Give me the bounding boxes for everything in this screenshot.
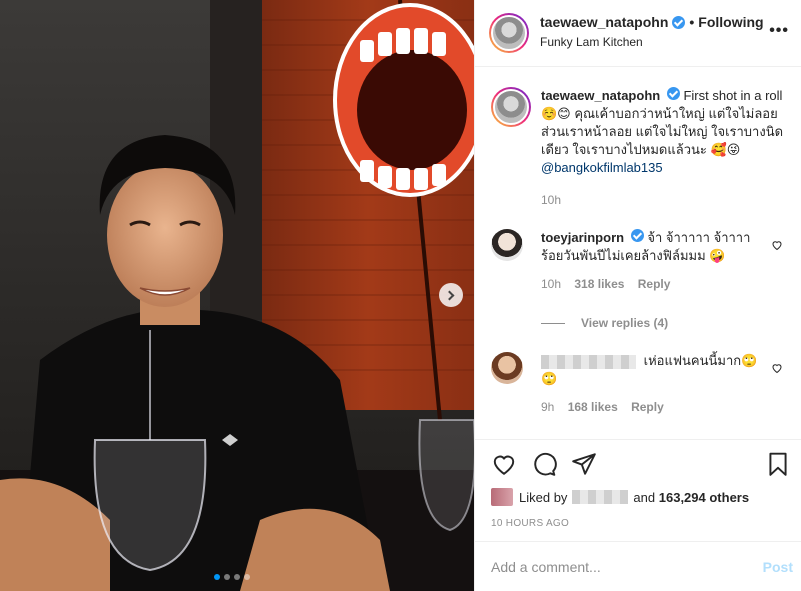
others-count-link[interactable]: 163,294 others xyxy=(659,490,749,505)
following-button[interactable]: Following xyxy=(698,14,763,30)
next-slide-button[interactable] xyxy=(439,283,463,307)
post-comment-button[interactable]: Post xyxy=(763,559,793,575)
comment-username[interactable]: toeyjarinporn xyxy=(541,230,624,245)
comment-time: 10h xyxy=(541,277,562,291)
verified-badge-icon xyxy=(666,87,680,100)
comment-item: เห่อแฟนคนนี้มาก🙄🙄 9h 168 likes Reply xyxy=(491,352,791,414)
liked-by-and: and xyxy=(633,489,656,505)
like-comment-heart-icon[interactable] xyxy=(771,239,783,251)
comment-icon[interactable] xyxy=(531,451,557,477)
liked-by-prefix: Liked by xyxy=(519,489,568,505)
likes-summary: Liked by and 163,294 others xyxy=(491,488,749,506)
post-header: taewaew_natapohn • Following Funky Lam K… xyxy=(475,0,801,67)
caption-username[interactable]: taewaew_natapohn xyxy=(541,88,660,103)
verified-badge-icon xyxy=(630,229,644,242)
comment-item: toeyjarinporn จ้า จ้าาาาา จ้าาาา ร้อยวัน… xyxy=(491,229,791,291)
comment-input[interactable]: Add a comment... xyxy=(491,559,601,575)
heart-icon[interactable] xyxy=(491,451,517,477)
photo-image xyxy=(0,0,474,591)
post-actions: Liked by and 163,294 others 10 HOURS AGO xyxy=(475,439,801,541)
more-horizontal-icon[interactable]: ••• xyxy=(769,22,789,40)
commenter-avatar[interactable] xyxy=(491,229,523,261)
caption-time: 10h xyxy=(541,193,562,207)
separator-dot: • xyxy=(689,14,695,30)
bookmark-icon[interactable] xyxy=(765,451,791,477)
post-sidebar: taewaew_natapohn • Following Funky Lam K… xyxy=(474,0,801,591)
post-timestamp[interactable]: 10 HOURS AGO xyxy=(491,518,569,529)
redacted-username xyxy=(541,354,636,369)
comment-time: 9h xyxy=(541,400,555,414)
caption-mention[interactable]: @bangkokfilmlab135 xyxy=(541,160,663,175)
add-comment-bar: Add a comment... Post xyxy=(475,541,801,591)
view-replies-label: View replies (4) xyxy=(581,316,669,330)
carousel-dot xyxy=(224,574,230,580)
carousel-dot xyxy=(234,574,240,580)
comments-list[interactable]: taewaew_natapohn First shot in a roll☺️😊… xyxy=(475,68,801,439)
reply-button[interactable]: Reply xyxy=(638,277,671,291)
view-replies-button[interactable]: View replies (4) xyxy=(541,316,668,330)
author-username[interactable]: taewaew_natapohn xyxy=(540,14,668,30)
caption: taewaew_natapohn First shot in a roll☺️😊… xyxy=(491,87,791,207)
author-avatar[interactable] xyxy=(489,13,529,53)
divider-line xyxy=(541,322,565,324)
comment-likes[interactable]: 168 likes xyxy=(568,400,618,414)
caption-avatar[interactable] xyxy=(491,87,531,127)
verified-badge-icon xyxy=(672,15,686,29)
carousel-dot xyxy=(244,574,250,580)
like-comment-heart-icon[interactable] xyxy=(771,362,783,374)
comment-likes[interactable]: 318 likes xyxy=(574,277,624,291)
carousel-dot xyxy=(214,574,220,580)
reply-button[interactable]: Reply xyxy=(631,400,664,414)
liker-avatar[interactable] xyxy=(491,488,513,506)
chevron-right-icon xyxy=(444,290,455,300)
post-photo[interactable] xyxy=(0,0,474,591)
share-icon[interactable] xyxy=(571,451,597,477)
location-link[interactable]: Funky Lam Kitchen xyxy=(540,35,643,49)
commenter-avatar[interactable] xyxy=(491,352,523,384)
redacted-liker-name xyxy=(572,490,629,504)
carousel-dots xyxy=(214,574,250,580)
